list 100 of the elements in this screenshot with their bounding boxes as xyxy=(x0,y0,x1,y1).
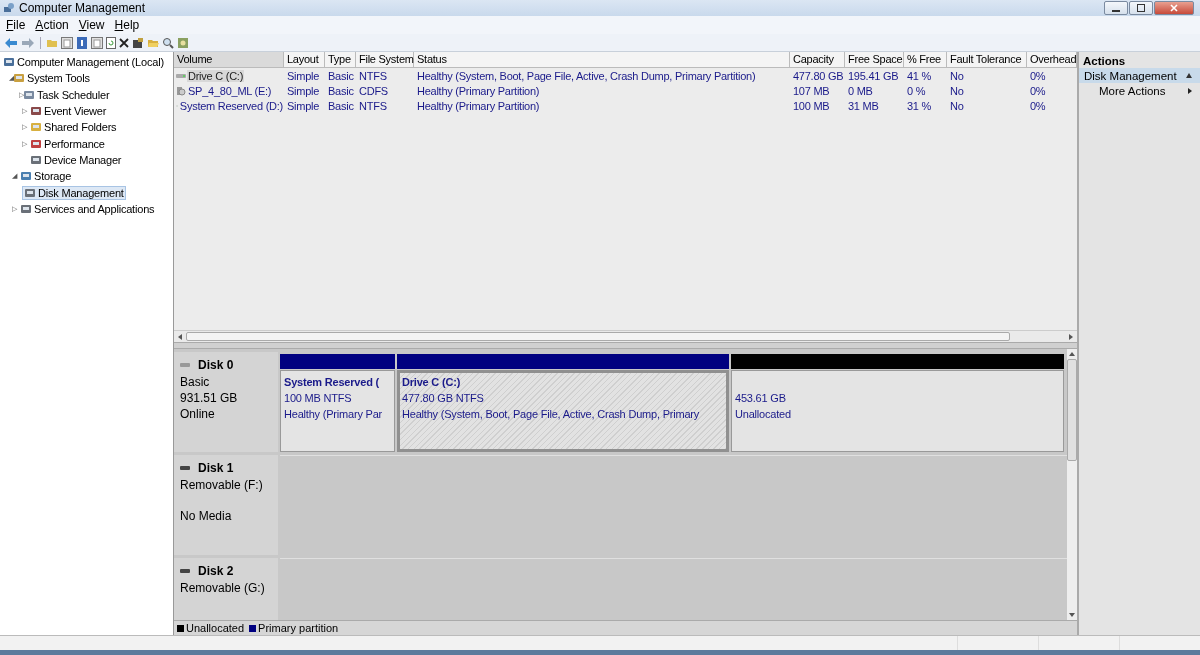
table-cell: Basic xyxy=(328,84,354,97)
node-icon xyxy=(24,186,36,199)
table-cell: Basic xyxy=(328,99,354,112)
tree-item[interactable]: Performance xyxy=(29,137,106,150)
table-cell: NTFS xyxy=(359,69,387,82)
tree-item[interactable]: Disk Management xyxy=(22,185,126,200)
settings-icon[interactable] xyxy=(177,36,189,49)
panel-icon[interactable] xyxy=(91,36,103,49)
tree-item[interactable]: Event Viewer xyxy=(29,105,108,118)
tree-item[interactable]: Task Scheduler xyxy=(22,88,111,101)
disk-detail: No Media xyxy=(180,508,233,524)
scroll-down-icon[interactable] xyxy=(1069,612,1075,618)
column-header[interactable]: Layout xyxy=(284,52,325,67)
vertical-scrollbar[interactable] xyxy=(1067,349,1077,620)
column-header[interactable]: File System xyxy=(356,52,414,67)
node-icon xyxy=(23,88,35,101)
tree-item[interactable]: Device Manager xyxy=(29,153,123,166)
app-icon xyxy=(3,2,15,14)
column-header[interactable]: Volume xyxy=(174,52,284,67)
partition-detail: 453.61 GB xyxy=(735,391,786,406)
minimize-button[interactable] xyxy=(1104,1,1128,15)
node-icon xyxy=(30,121,42,134)
table-cell: 477.80 GB xyxy=(793,69,844,82)
close-button[interactable] xyxy=(1154,1,1194,15)
table-cell: 41 % xyxy=(907,69,932,82)
collapse-icon[interactable] xyxy=(1186,73,1192,78)
disk-name: Disk 2 xyxy=(198,564,234,578)
volume-name[interactable]: Drive C (C:) xyxy=(187,69,245,82)
tree-item[interactable]: Computer Management (Local) xyxy=(2,56,165,69)
partition-block[interactable]: System Reserved ( 100 MB NTFS Healthy (Primary Par xyxy=(280,370,395,452)
disk-detail: 931.51 GB xyxy=(180,390,239,406)
legend-label: Unallocated xyxy=(186,622,245,634)
partition-block[interactable]: Drive C (C:) 477.80 GB NTFS Healthy (System, Boot, Page File, Active, Crash Dump, Primary xyxy=(397,370,729,452)
actions-section-header[interactable]: Disk Management xyxy=(1079,68,1200,83)
column-header[interactable]: Capacity xyxy=(790,52,845,67)
node-icon xyxy=(30,137,42,150)
table-cell: 107 MB xyxy=(793,84,830,97)
menu-item[interactable]: Action xyxy=(35,18,69,32)
node-icon xyxy=(3,56,15,69)
partition-detail: 100 MB NTFS xyxy=(284,391,352,406)
table-cell: Healthy (Primary Partition) xyxy=(417,99,540,112)
disk-name: Disk 0 xyxy=(198,358,234,372)
disk-info-panel[interactable]: Disk 0 Basic 931.51 GB Online xyxy=(174,352,278,452)
partition-name: System Reserved ( xyxy=(284,375,380,390)
submenu-arrow-icon xyxy=(1188,87,1192,94)
delete-icon[interactable] xyxy=(119,37,129,48)
volume-name[interactable]: SP_4_80_ML (E:) xyxy=(187,84,273,97)
partition-block[interactable]: 453.61 GB Unallocated xyxy=(731,370,1064,452)
table-cell: Simple xyxy=(287,99,320,112)
table-cell: 0 % xyxy=(907,84,926,97)
disk-info-panel[interactable]: Disk 2 Removable (G:) xyxy=(174,558,278,620)
volume-name[interactable]: System Reserved (D:) xyxy=(178,99,284,112)
search-icon[interactable] xyxy=(162,36,174,49)
partition-detail: 477.80 GB NTFS xyxy=(402,391,484,406)
actions-title: Actions xyxy=(1082,54,1127,68)
maximize-button[interactable] xyxy=(1129,1,1153,15)
table-cell: Simple xyxy=(287,84,320,97)
back-icon[interactable] xyxy=(4,36,18,49)
disk-name: Disk 1 xyxy=(198,461,234,475)
scroll-up-icon[interactable] xyxy=(1069,351,1075,357)
legend-label: Primary partition xyxy=(258,622,339,634)
table-cell: 31 % xyxy=(907,99,932,112)
table-cell: 0% xyxy=(1030,84,1046,97)
action-link[interactable]: More Actions xyxy=(1099,84,1166,97)
node-icon xyxy=(30,153,42,166)
column-header[interactable]: % Free xyxy=(904,52,947,67)
menu-item[interactable]: File xyxy=(6,18,26,32)
column-header[interactable]: Type xyxy=(325,52,356,67)
table-cell: Basic xyxy=(328,69,354,82)
menu-item[interactable]: Help xyxy=(114,18,140,32)
table-cell: No xyxy=(950,69,964,82)
table-cell: 0% xyxy=(1030,99,1046,112)
tree-item[interactable]: Storage xyxy=(19,170,73,183)
tree-item[interactable]: Services and Applications xyxy=(19,202,156,215)
partition-detail: Healthy (Primary Par xyxy=(284,407,383,422)
table-cell: No xyxy=(950,84,964,97)
column-header[interactable]: Status xyxy=(414,52,790,67)
tree-item[interactable]: Shared Folders xyxy=(29,121,118,134)
column-header[interactable]: Free Space xyxy=(845,52,904,67)
column-header[interactable]: Overhead xyxy=(1027,52,1077,67)
disk-detail: Removable (F:) xyxy=(180,477,264,493)
node-icon xyxy=(20,170,32,183)
node-icon xyxy=(13,72,25,85)
help-icon[interactable] xyxy=(76,36,88,49)
table-cell: CDFS xyxy=(359,84,388,97)
scroll-right-icon[interactable] xyxy=(1068,333,1074,340)
close-icon xyxy=(1170,4,1178,12)
table-cell: 0 MB xyxy=(848,84,873,97)
horizontal-scrollbar[interactable] xyxy=(174,330,1077,342)
menu-item[interactable]: View xyxy=(78,18,105,32)
partition-detail: Unallocated xyxy=(735,407,791,422)
panel-icon[interactable] xyxy=(61,36,73,49)
refresh-icon[interactable] xyxy=(106,36,116,49)
disk-info-panel[interactable]: Disk 1 Removable (F:) No Media xyxy=(174,455,278,555)
table-cell: Healthy (System, Boot, Page File, Active, Crash Dump, Primary Partition) xyxy=(417,69,756,82)
properties-icon[interactable] xyxy=(132,36,144,49)
partition-name: Drive C (C:) xyxy=(402,375,461,390)
column-header[interactable]: Fault Tolerance xyxy=(947,52,1027,67)
table-cell: NTFS xyxy=(359,99,387,112)
scroll-left-icon[interactable] xyxy=(177,333,183,340)
